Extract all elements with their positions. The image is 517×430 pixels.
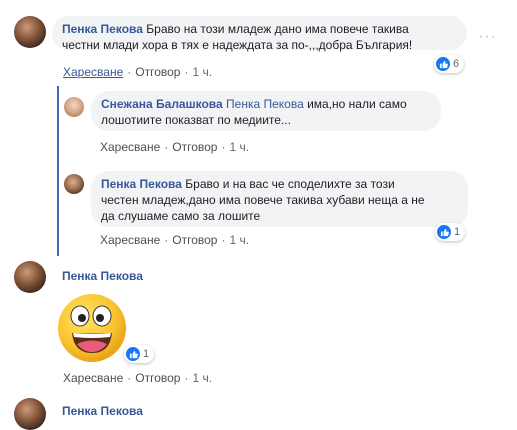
reaction-count-label: 1 <box>143 348 150 360</box>
mention-link[interactable]: Пенка Пекова <box>226 97 304 111</box>
avatar[interactable] <box>14 16 46 48</box>
comment-text-line2: честни млади хора в тях е надеждата за п… <box>62 38 413 52</box>
reply-author[interactable]: Пенка Пекова <box>101 177 182 191</box>
reply-bubble: Снежана Балашкова Пенка Пекова има,но на… <box>91 91 441 131</box>
reaction-count[interactable]: 1 <box>124 345 155 363</box>
avatar[interactable] <box>14 261 46 293</box>
reply-button[interactable]: Отговор <box>172 140 217 154</box>
reaction-count[interactable]: 6 <box>434 55 465 73</box>
like-button[interactable]: Харесване <box>100 233 160 247</box>
comment-actions: Харесване · Отговор · 1 ч. <box>63 371 213 385</box>
reply-text: Пенка Пекова Браво и на вас че споделихт… <box>101 176 468 192</box>
avatar[interactable] <box>64 97 84 117</box>
like-thumb-icon <box>437 225 451 239</box>
reply-text-line2: лошотиите показват по медиите... <box>101 113 291 127</box>
reply-text-line2: честен младеж,дано има повече такива хуб… <box>101 193 425 207</box>
timestamp[interactable]: 1 ч. <box>229 140 249 154</box>
reaction-count-label: 6 <box>453 58 460 70</box>
avatar[interactable] <box>64 174 84 194</box>
like-thumb-icon <box>126 347 140 361</box>
reply-author[interactable]: Снежана Балашкова <box>101 97 223 111</box>
reply-actions: Харесване · Отговор · 1 ч. <box>100 140 250 154</box>
comment-author[interactable]: Пенка Пекова <box>62 404 143 418</box>
comment-author[interactable]: Пенка Пекова <box>62 269 143 283</box>
reply-button[interactable]: Отговор <box>135 371 180 385</box>
comment-text: Пенка Пекова Браво на този младеж дано и… <box>62 21 467 37</box>
reply-bubble: Пенка Пекова Браво и на вас че споделихт… <box>91 171 468 227</box>
like-button[interactable]: Харесване <box>63 65 123 79</box>
avatar[interactable] <box>14 398 46 430</box>
reply-text-line1: има,но нали само <box>303 97 407 111</box>
timestamp[interactable]: 1 ч. <box>229 233 249 247</box>
reply-text: Снежана Балашкова Пенка Пекова има,но на… <box>101 96 441 112</box>
smiley-face-emoji <box>55 291 129 365</box>
reaction-count-label: 1 <box>454 226 461 238</box>
reply-thread-line <box>57 86 59 256</box>
reply-button[interactable]: Отговор <box>172 233 217 247</box>
comment-text-line1: Браво на този младеж дано има повече так… <box>146 22 409 36</box>
comment-bubble: Пенка Пекова Браво на този младеж дано и… <box>52 16 467 52</box>
reply-actions: Харесване · Отговор · 1 ч. <box>100 233 250 247</box>
like-button[interactable]: Харесване <box>63 371 123 385</box>
comment-author[interactable]: Пенка Пекова <box>62 22 143 36</box>
like-thumb-icon <box>436 57 450 71</box>
more-options-icon[interactable]: ··· <box>478 28 497 46</box>
timestamp[interactable]: 1 ч. <box>192 371 212 385</box>
reply-text-line3: да слушаме само за лошите <box>101 209 261 223</box>
timestamp[interactable]: 1 ч. <box>192 65 212 79</box>
reply-text-line1: Браво и на вас че споделихте за този <box>185 177 395 191</box>
like-button[interactable]: Харесване <box>100 140 160 154</box>
comment-actions: Харесване · Отговор · 1 ч. <box>63 65 213 79</box>
reaction-count[interactable]: 1 <box>435 223 466 241</box>
reply-button[interactable]: Отговор <box>135 65 180 79</box>
